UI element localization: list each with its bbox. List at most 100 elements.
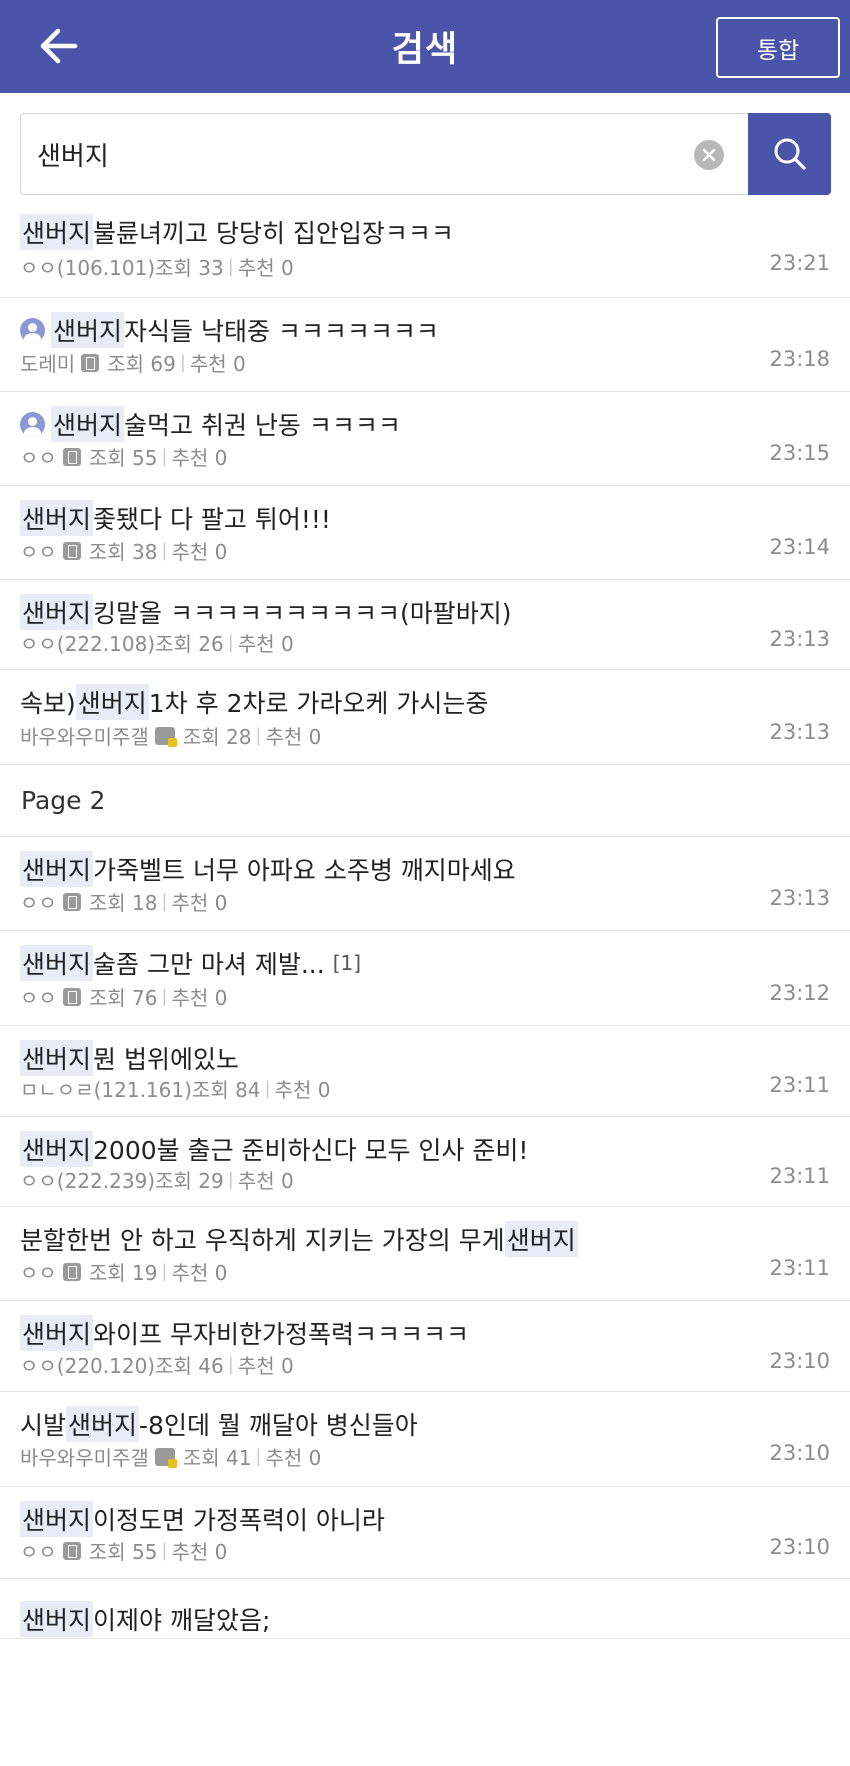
mobile-icon: [62, 1262, 81, 1281]
post-meta: ㅇㅇ 조회 38 | 추천 0: [20, 536, 227, 565]
post-title-text: -8인데 뭘 깨달아 병신들아: [139, 1411, 418, 1440]
post-recommend: 추천 0: [171, 891, 228, 915]
post-title-text: 이제야 깨달았음;: [93, 1606, 271, 1635]
post-views: 조회 46: [155, 1354, 224, 1378]
search-highlight: 샌버지: [20, 1131, 94, 1167]
post-time: 23:13: [769, 627, 830, 651]
post-meta: ㅇㅇ(222.108) 조회 26 | 추천 0: [20, 628, 294, 657]
post-author: 바우와우미주갤: [20, 725, 149, 749]
post-title-prefix: 분할한번 안 하고 우직하게 지키는 가장의 무게: [20, 1226, 505, 1255]
search-button[interactable]: [748, 113, 831, 195]
post-meta: ㅇㅇ(222.239) 조회 29 | 추천 0: [20, 1165, 294, 1194]
search-highlight: 샌버지: [504, 1221, 578, 1257]
list-item[interactable]: 샌버지 술좀 그만 마셔 제발... [1] ㅇㅇ 조회 76 | 추천 0 23:12: [0, 931, 850, 1026]
meta-separator: |: [227, 256, 234, 277]
list-item[interactable]: 샌버지 술먹고 취권 난동 ㅋㅋㅋㅋ ㅇㅇ 조회 55 | 추천 0 23:15: [0, 392, 850, 486]
post-time: 23:18: [769, 347, 830, 371]
post-meta: ㅇㅇ(220.120) 조회 46 | 추천 0: [20, 1350, 294, 1379]
list-item[interactable]: 분할한번 안 하고 우직하게 지키는 가장의 무게 샌버지 ㅇㅇ 조회 19 | 추천 …: [0, 1207, 850, 1301]
post-meta: ㅇㅇ 조회 76 | 추천 0: [20, 982, 227, 1011]
list-item[interactable]: 샌버지 이정도면 가정폭력이 아니라 ㅇㅇ 조회 55 | 추천 0 23:10: [0, 1487, 850, 1579]
post-recommend: 추천 0: [189, 352, 246, 376]
post-title: 시발 샌버지 -8인데 뭘 깨달아 병신들아: [20, 1406, 418, 1442]
search-highlight: 샌버지: [66, 1406, 140, 1442]
post-author: 도레미: [20, 352, 76, 376]
meta-separator: |: [161, 446, 168, 467]
post-author: ㅇㅇ: [20, 540, 57, 564]
post-views: 조회 41: [182, 1446, 252, 1470]
post-title-text: 술좀 그만 마셔 제발...: [93, 950, 325, 979]
post-title-text: 좇됐다 다 팔고 튀어!!!: [93, 505, 331, 534]
post-title-text: 1차 후 2차로 가라오케 가시는중: [148, 689, 489, 718]
list-item[interactable]: 샌버지 이제야 깨달았음;: [0, 1579, 850, 1639]
post-views: 조회 19: [88, 1261, 158, 1285]
list-item[interactable]: 시발 샌버지 -8인데 뭘 깨달아 병신들아바우와우미주갤 조회 41 | 추천 0 2…: [0, 1392, 850, 1487]
post-author: 바우와우미주갤: [20, 1446, 149, 1470]
post-title-text: 와이프 무자비한가정폭력ㅋㅋㅋㅋㅋ: [93, 1320, 469, 1349]
list-item[interactable]: 샌버지 자식들 낙태중 ㅋㅋㅋㅋㅋㅋㅋ 도레미 조회 69 | 추천 0 23:18: [0, 298, 850, 392]
list-item[interactable]: 샌버지 와이프 무자비한가정폭력ㅋㅋㅋㅋㅋ ㅇㅇ(220.120) 조회 46 | 추…: [0, 1301, 850, 1392]
post-time: 23:11: [769, 1073, 830, 1097]
post-recommend: 추천 0: [171, 1540, 228, 1564]
mobile-icon: [62, 1541, 81, 1560]
post-views: 조회 33: [155, 256, 224, 280]
post-title: 샌버지 2000불 출근 준비하신다 모두 인사 준비!: [20, 1131, 528, 1167]
list-item[interactable]: 샌버지 2000불 출근 준비하신다 모두 인사 준비! ㅇㅇ(222.239) …: [0, 1117, 850, 1207]
post-time: 23:21: [769, 251, 830, 275]
page-title: 검색: [391, 30, 459, 70]
post-title-text: 가죽벨트 너무 아파요 소주병 깨지마세요: [93, 856, 516, 885]
post-recommend: 추천 0: [171, 446, 228, 470]
search-highlight: 샌버지: [20, 1501, 94, 1537]
post-author: ㅁㄴㅇㄹ(121.161): [20, 1078, 192, 1102]
post-title-prefix: 시발: [20, 1411, 67, 1440]
integrated-search-button[interactable]: 통합: [716, 17, 840, 78]
clear-search-button[interactable]: [694, 140, 724, 170]
search-input[interactable]: [21, 124, 661, 184]
fixed-nick-icon: [154, 726, 177, 747]
list-item[interactable]: 샌버지 뭔 법위에있노 ㅁㄴㅇㄹ(121.161) 조회 84 | 추천 0 23:11: [0, 1026, 850, 1117]
meta-separator: |: [264, 1078, 271, 1099]
post-meta: 바우와우미주갤 조회 28 | 추천 0: [20, 721, 321, 750]
mobile-icon: [81, 353, 100, 372]
close-icon: [702, 148, 716, 162]
post-recommend: 추천 0: [171, 1261, 228, 1285]
list-item[interactable]: 샌버지 가죽벨트 너무 아파요 소주병 깨지마세요 ㅇㅇ 조회 18 | 추천 0 23:…: [0, 837, 850, 931]
meta-separator: |: [227, 1354, 234, 1375]
user-icon: [20, 317, 45, 343]
post-author: ㅇㅇ(106.101): [20, 256, 156, 280]
post-title: 샌버지 킹말올 ㅋㅋㅋㅋㅋㅋㅋㅋㅋㅋ(마팔바지): [20, 594, 511, 630]
meta-separator: |: [161, 891, 168, 912]
meta-separator: |: [255, 1446, 262, 1467]
back-button[interactable]: [30, 18, 86, 74]
post-author: ㅇㅇ(222.239): [20, 1169, 156, 1193]
post-title: 속보) 샌버지 1차 후 2차로 가라오케 가시는중: [20, 684, 488, 720]
post-time: 23:10: [769, 1441, 830, 1465]
search-highlight: 샌버지: [20, 1040, 94, 1076]
arrow-left-icon: [40, 28, 78, 64]
search-highlight: 샌버지: [75, 684, 149, 720]
post-title: 샌버지 불륜녀끼고 당당히 집안입장ㅋㅋㅋ: [20, 214, 454, 250]
search-highlight: 샌버지: [51, 406, 125, 442]
post-time: 23:14: [769, 535, 830, 559]
fixed-nick-icon: [154, 1447, 177, 1468]
list-item[interactable]: 속보) 샌버지 1차 후 2차로 가라오케 가시는중 바우와우미주갤 조회 28 | 추…: [0, 670, 850, 765]
list-item[interactable]: 샌버지 불륜녀끼고 당당히 집안입장ㅋㅋㅋ ㅇㅇ(106.101) 조회 33 | 추…: [0, 206, 850, 298]
meta-separator: |: [255, 725, 262, 746]
post-views: 조회 26: [155, 632, 224, 656]
search-icon: [774, 138, 806, 170]
post-meta: ㅇㅇ 조회 55 | 추천 0: [20, 1536, 227, 1565]
search-highlight: 샌버지: [20, 1315, 94, 1351]
post-title-prefix: 속보): [20, 689, 76, 718]
post-meta: 바우와우미주갤 조회 41 | 추천 0: [20, 1442, 321, 1471]
list-item[interactable]: 샌버지 킹말올 ㅋㅋㅋㅋㅋㅋㅋㅋㅋㅋ(마팔바지) ㅇㅇ(222.108) 조회 2…: [0, 580, 850, 670]
post-meta: ㅁㄴㅇㄹ(121.161) 조회 84 | 추천 0: [20, 1074, 331, 1103]
search-highlight: 샌버지: [51, 312, 125, 348]
user-icon: [20, 411, 45, 437]
post-recommend: 추천 0: [265, 1446, 322, 1470]
post-views: 조회 76: [88, 986, 158, 1010]
search-highlight: 샌버지: [20, 214, 94, 250]
post-title: 샌버지 이정도면 가정폭력이 아니라: [20, 1501, 385, 1537]
post-author: ㅇㅇ(220.120): [20, 1354, 156, 1378]
list-item[interactable]: 샌버지 좇됐다 다 팔고 튀어!!! ㅇㅇ 조회 38 | 추천 0 23:14: [0, 486, 850, 580]
post-title: 샌버지 뭔 법위에있노: [20, 1040, 239, 1076]
